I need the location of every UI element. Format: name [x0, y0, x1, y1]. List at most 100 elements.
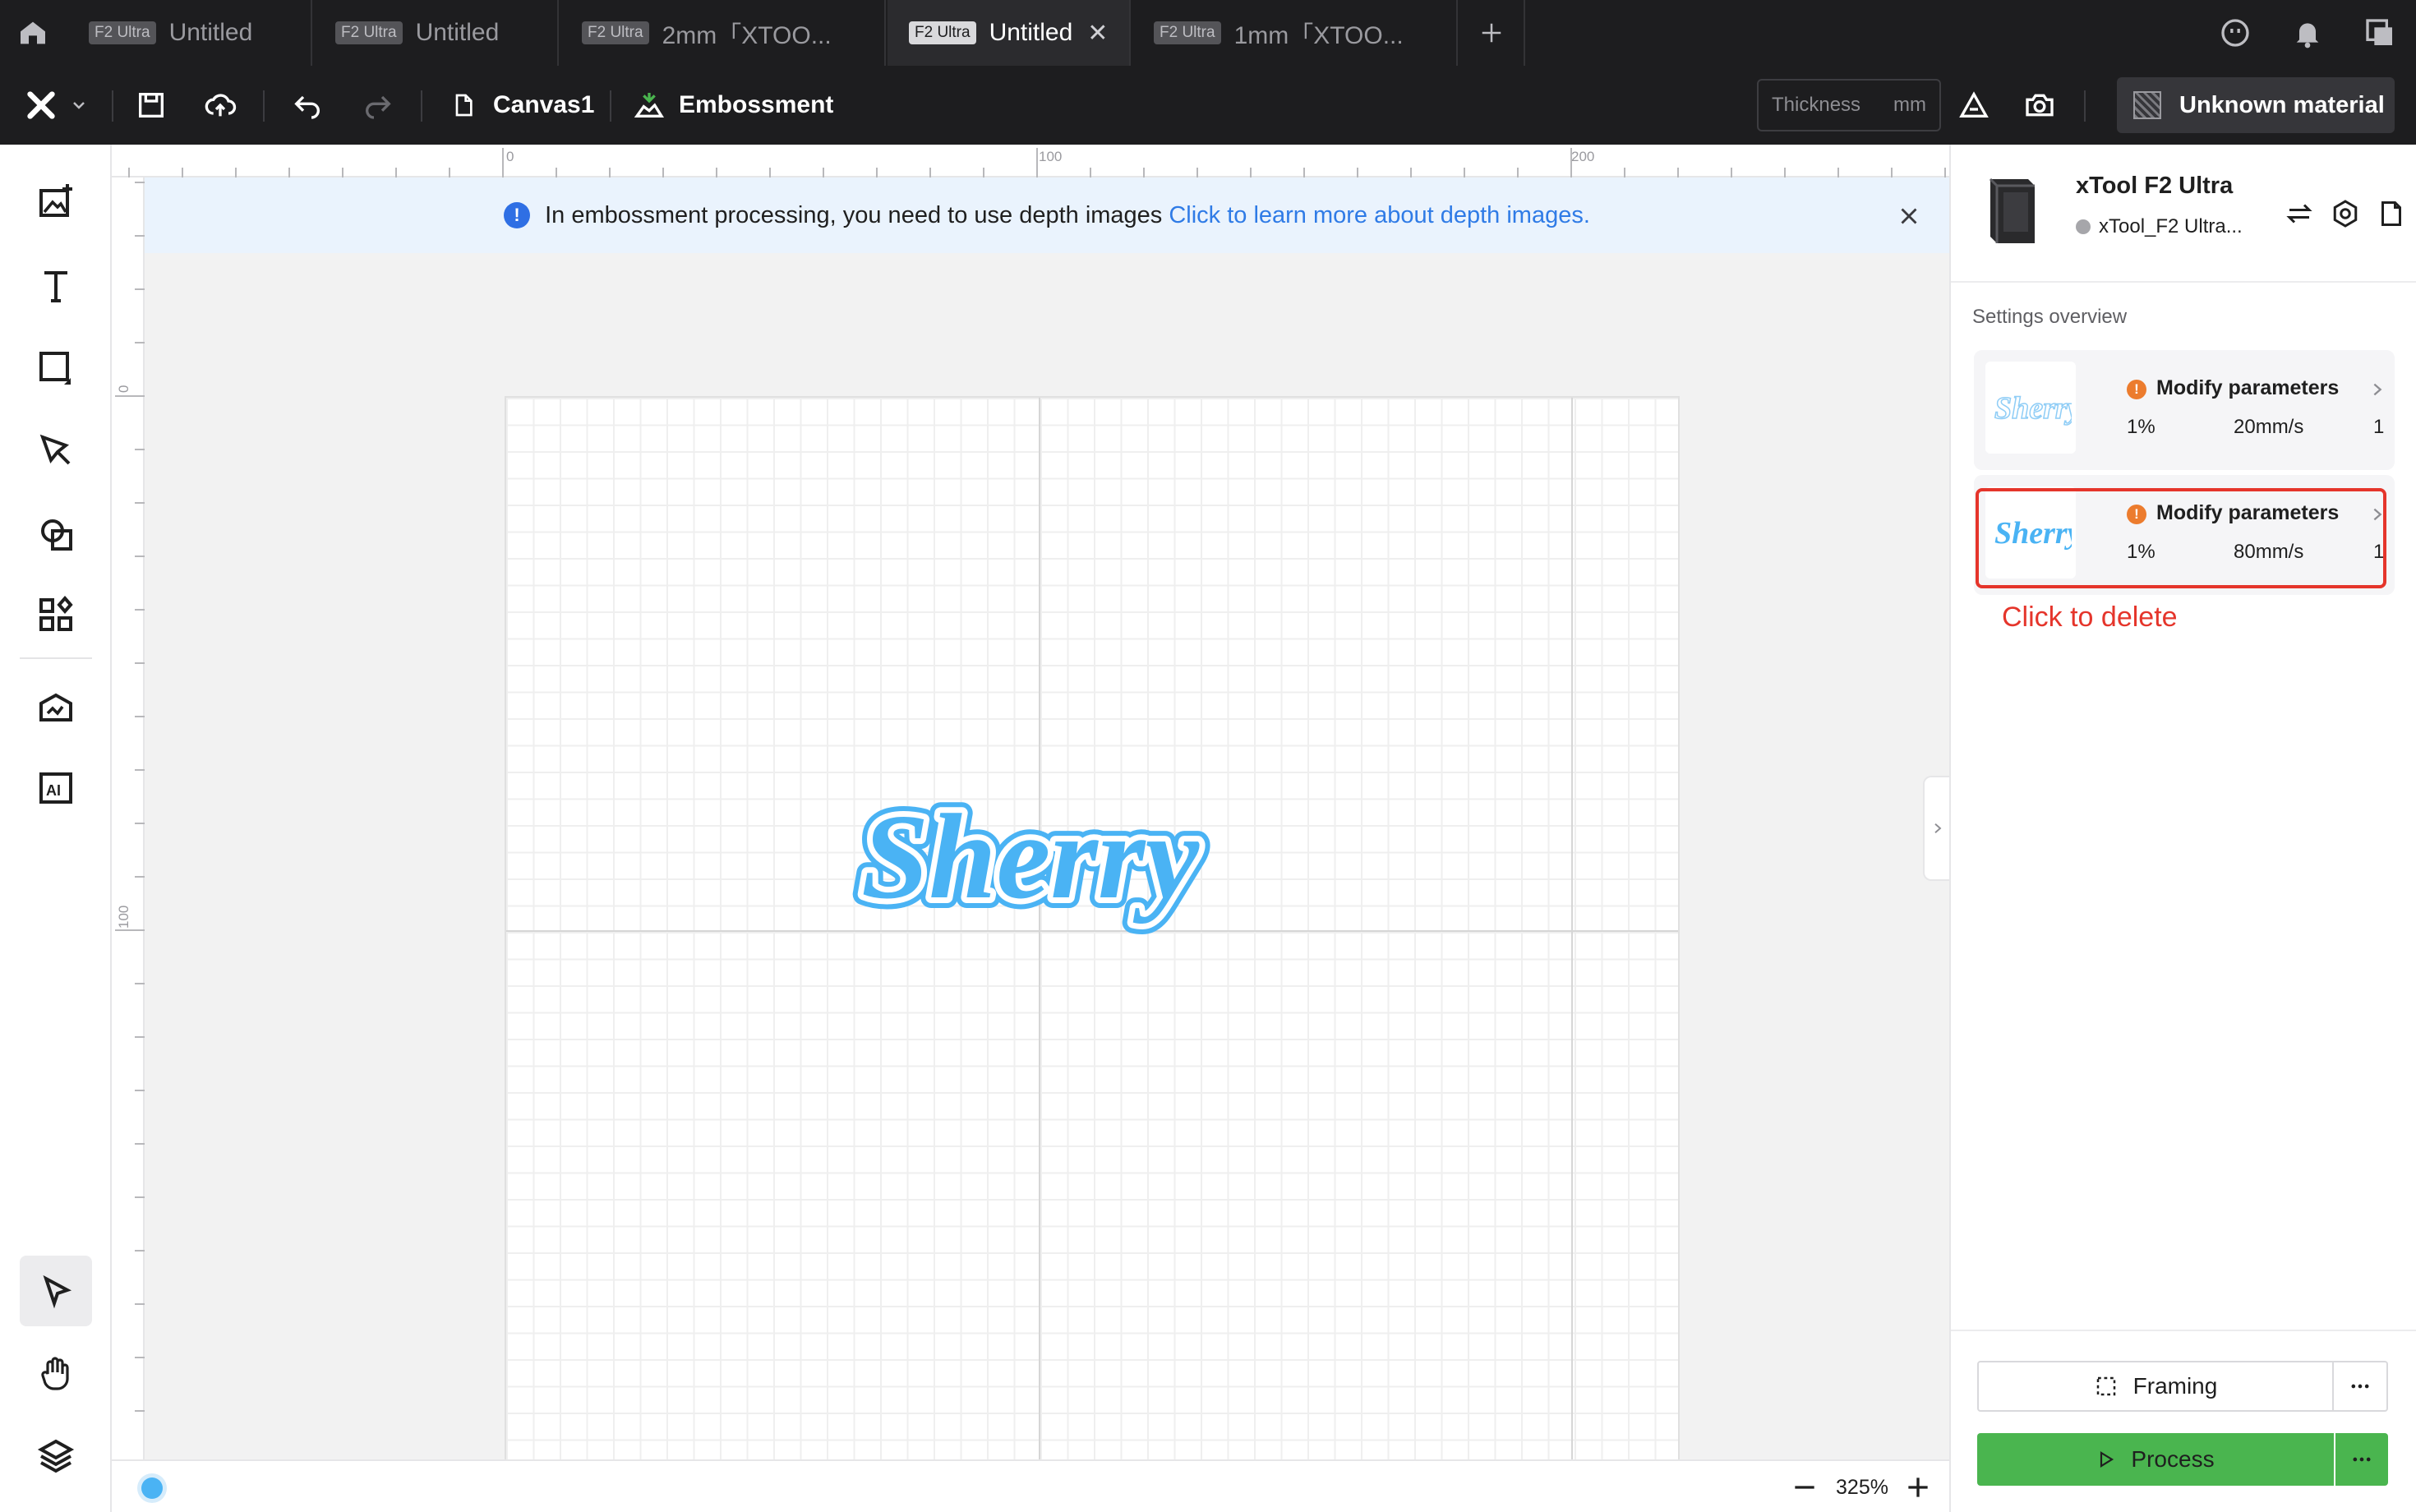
redo-icon[interactable]	[362, 89, 394, 122]
click-to-delete-annotation: Click to delete	[2002, 602, 2178, 633]
tab-label: Untitled	[415, 19, 500, 46]
shape-tool-icon[interactable]	[36, 348, 76, 388]
sidebar-divider	[20, 657, 92, 659]
home-button[interactable]	[0, 0, 66, 66]
tab-label: 1mm「XTOO...	[1233, 22, 1404, 49]
tab-badge: F2 Ultra	[909, 21, 976, 44]
thumb-text: Sherry	[1994, 391, 2072, 426]
chevron-right-icon	[1934, 823, 1942, 833]
process-more-button[interactable]	[2335, 1433, 2388, 1486]
tab-badge: F2 Ultra	[89, 21, 156, 44]
apps-grid-icon[interactable]	[36, 595, 76, 634]
switch-device-icon[interactable]	[2285, 199, 2314, 228]
camera-icon[interactable]	[2023, 89, 2056, 122]
framing-more-button[interactable]	[2334, 1361, 2388, 1412]
tab-bar: F2 Ultra Untitled F2 Ultra Untitled F2 U…	[0, 0, 2416, 66]
pen-tool-icon[interactable]	[36, 431, 76, 470]
add-image-icon[interactable]	[36, 182, 76, 222]
device-connection-label: xTool_F2 Ultra...	[2099, 215, 2243, 237]
panel-collapse-handle[interactable]	[1923, 776, 1951, 881]
card-passes: 1	[2373, 416, 2385, 438]
chevron-down-icon[interactable]	[69, 89, 89, 122]
window-stack-icon[interactable]	[2363, 16, 2396, 49]
ruler-label: 0	[506, 149, 514, 164]
material-button[interactable]: Unknown material	[2117, 77, 2395, 133]
play-icon	[2100, 1451, 2114, 1468]
banner-close-icon[interactable]	[1895, 202, 1923, 230]
connection-status-dot	[141, 1477, 163, 1499]
tab-badge: F2 Ultra	[582, 21, 649, 44]
tab-1[interactable]: F2 Ultra Untitled	[314, 0, 559, 66]
ruler-label: 200	[1571, 149, 1594, 164]
connection-dot	[2076, 219, 2091, 234]
hand-tool-icon[interactable]	[36, 1354, 76, 1394]
ai-tool-icon[interactable]: AI	[36, 768, 76, 807]
xtool-logo-icon[interactable]	[25, 89, 58, 122]
tab-label: 2mm「XTOO...	[662, 22, 832, 49]
depth-image-banner: ! In embossment processing, you need to …	[145, 177, 1949, 253]
tab-label: Untitled	[989, 19, 1073, 46]
material-library-icon[interactable]	[36, 687, 76, 726]
framing-icon	[2096, 1376, 2115, 1396]
toolbar: Canvas1 Embossment Thickness mm Unknown …	[0, 66, 2416, 145]
text-tool-icon[interactable]	[36, 266, 76, 306]
horizontal-ruler: 0 100 200	[112, 145, 1949, 177]
ruler-ticks: 0 100	[115, 182, 145, 1412]
material-label: Unknown material	[2179, 91, 2385, 118]
toolbar-divider	[421, 90, 422, 122]
canvas-name[interactable]: Canvas1	[493, 89, 594, 122]
device-name[interactable]: xTool F2 Ultra	[2076, 173, 2233, 200]
sherry-artwork[interactable]: Sherry Sherry Sherry	[846, 781, 1233, 945]
thumbnail-artwork: Sherry	[1994, 390, 2072, 426]
settings-card-0[interactable]: Sherry ! Modify parameters 1% 20mm/s 1	[1974, 350, 2395, 470]
info-icon: !	[504, 202, 531, 228]
ruler-label: 100	[1039, 149, 1062, 164]
feedback-icon[interactable]	[2219, 16, 2252, 49]
thickness-input[interactable]: Thickness mm	[1757, 79, 1941, 131]
process-button[interactable]: Process	[1977, 1433, 2334, 1486]
thickness-placeholder: Thickness	[1772, 94, 1861, 116]
more-dots-icon	[2353, 1457, 2371, 1462]
tab-2[interactable]: F2 Ultra 2mm「XTOO...	[560, 0, 886, 66]
auto-measure-icon[interactable]	[1957, 89, 1990, 122]
learn-more-link[interactable]: Click to learn more about depth images.	[1169, 202, 1590, 229]
tab-3-active[interactable]: F2 Ultra Untitled ✕	[888, 0, 1131, 66]
device-connection[interactable]: xTool_F2 Ultra...	[2076, 215, 2243, 238]
cloud-upload-icon[interactable]	[204, 89, 237, 122]
save-icon[interactable]	[135, 89, 168, 122]
panel-divider	[1951, 1330, 2416, 1331]
processing-mode[interactable]: Embossment	[679, 89, 833, 122]
tab-badge: F2 Ultra	[1154, 21, 1221, 44]
add-tab-button[interactable]	[1459, 0, 1525, 66]
warning-icon: !	[2127, 380, 2146, 399]
card-thumbnail: Sherry	[1985, 362, 2076, 454]
settings-overview-title: Settings overview	[1972, 306, 2128, 328]
tab-0[interactable]: F2 Ultra Untitled	[67, 0, 312, 66]
tab-4[interactable]: F2 Ultra 1mm「XTOO...	[1132, 0, 1458, 66]
banner-message: In embossment processing, you need to us…	[545, 201, 1163, 228]
framing-button[interactable]: Framing	[1977, 1361, 2334, 1412]
layers-icon[interactable]	[36, 1436, 76, 1476]
tab-label: Untitled	[168, 19, 253, 46]
tab-badge: F2 Ultra	[335, 21, 403, 44]
elements-library-icon[interactable]	[36, 514, 76, 554]
zoom-in-icon[interactable]	[1902, 1471, 1934, 1504]
more-dots-icon	[2351, 1384, 2369, 1389]
bell-icon[interactable]	[2291, 16, 2324, 49]
plus-icon	[1482, 23, 1501, 43]
zoom-level[interactable]: 325%	[1826, 1473, 1898, 1502]
undo-icon[interactable]	[291, 89, 324, 122]
select-tool-icon[interactable]	[36, 1272, 76, 1311]
tab-close-icon[interactable]: ✕	[1087, 19, 1108, 48]
device-info-icon[interactable]	[2377, 199, 2406, 228]
toolbar-divider	[112, 90, 113, 122]
process-label: Process	[2131, 1446, 2215, 1472]
zoom-out-icon[interactable]	[1788, 1471, 1821, 1504]
home-icon	[21, 21, 45, 44]
device-settings-icon[interactable]	[2331, 199, 2360, 228]
card-speed: 20mm/s	[2234, 416, 2304, 438]
card-title: Modify parameters	[2156, 376, 2340, 399]
thickness-unit: mm	[1893, 94, 1926, 116]
delete-highlight-box	[1976, 488, 2386, 588]
toolbar-divider	[2084, 90, 2086, 122]
